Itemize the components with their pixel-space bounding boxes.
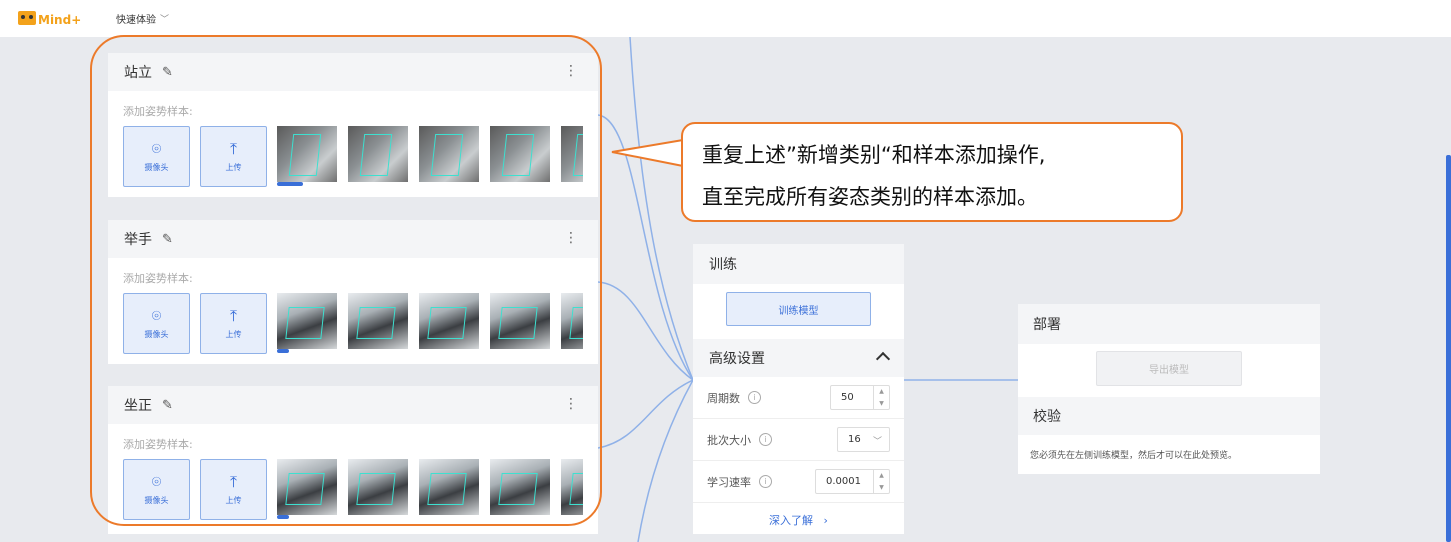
batch-size-row: 批次大小 i 16 ﹀	[693, 419, 904, 461]
learn-more-label: 深入了解	[769, 514, 814, 527]
instruction-callout: 重复上述”新增类别“和样本添加操作, 直至完成所有姿态类别的样本添加。	[681, 122, 1183, 222]
learn-more-link[interactable]: 深入了解 ›	[693, 512, 904, 528]
stepper-icon[interactable]: ▲ ▼	[873, 470, 889, 493]
batch-size-label: 批次大小	[707, 433, 751, 447]
learning-rate-input[interactable]: 0.0001 ▲ ▼	[815, 469, 890, 494]
learning-rate-label: 学习速率	[707, 475, 751, 489]
info-icon[interactable]: i	[748, 391, 761, 404]
epochs-input[interactable]: 50 ▲ ▼	[830, 385, 890, 410]
chevron-up-icon	[875, 351, 891, 367]
train-title: 训练	[693, 244, 904, 284]
epochs-row: 周期数 i 50 ▲ ▼	[693, 377, 904, 419]
deploy-title: 部署	[1018, 304, 1320, 344]
scrollbar[interactable]	[1446, 155, 1451, 542]
chevron-down-icon: ﹀	[872, 437, 882, 447]
verify-note: 您必须先在左侧训练模型，然后才可以在此处预览。	[1030, 451, 1238, 461]
train-panel: 训练 训练模型 高级设置 周期数 i 50 ▲ ▼ 批次大小 i 16 ﹀ 学习速…	[693, 244, 904, 534]
learning-rate-value: 0.0001	[826, 476, 861, 487]
epochs-label: 周期数	[707, 391, 740, 405]
info-icon[interactable]: i	[759, 475, 772, 488]
batch-size-select[interactable]: 16 ﹀	[837, 427, 890, 452]
export-model-button[interactable]: 导出模型	[1096, 351, 1242, 386]
epochs-value: 50	[841, 392, 854, 403]
advanced-settings-title: 高级设置	[709, 351, 765, 367]
stepper-icon[interactable]: ▲ ▼	[873, 386, 889, 409]
callout-line-1: 重复上述”新增类别“和样本添加操作,	[702, 143, 1046, 167]
info-icon[interactable]: i	[759, 433, 772, 446]
callout-line-2: 直至完成所有姿态类别的样本添加。	[702, 185, 1038, 209]
batch-size-value: 16	[848, 434, 861, 445]
verify-title: 校验	[1018, 397, 1320, 435]
learning-rate-row: 学习速率 i 0.0001 ▲ ▼	[693, 461, 904, 503]
deploy-panel: 部署 导出模型 校验 您必须先在左侧训练模型，然后才可以在此处预览。	[1018, 304, 1320, 474]
train-model-button[interactable]: 训练模型	[726, 292, 871, 326]
chevron-right-icon: ›	[816, 514, 828, 527]
advanced-settings-toggle[interactable]: 高级设置	[693, 339, 904, 377]
